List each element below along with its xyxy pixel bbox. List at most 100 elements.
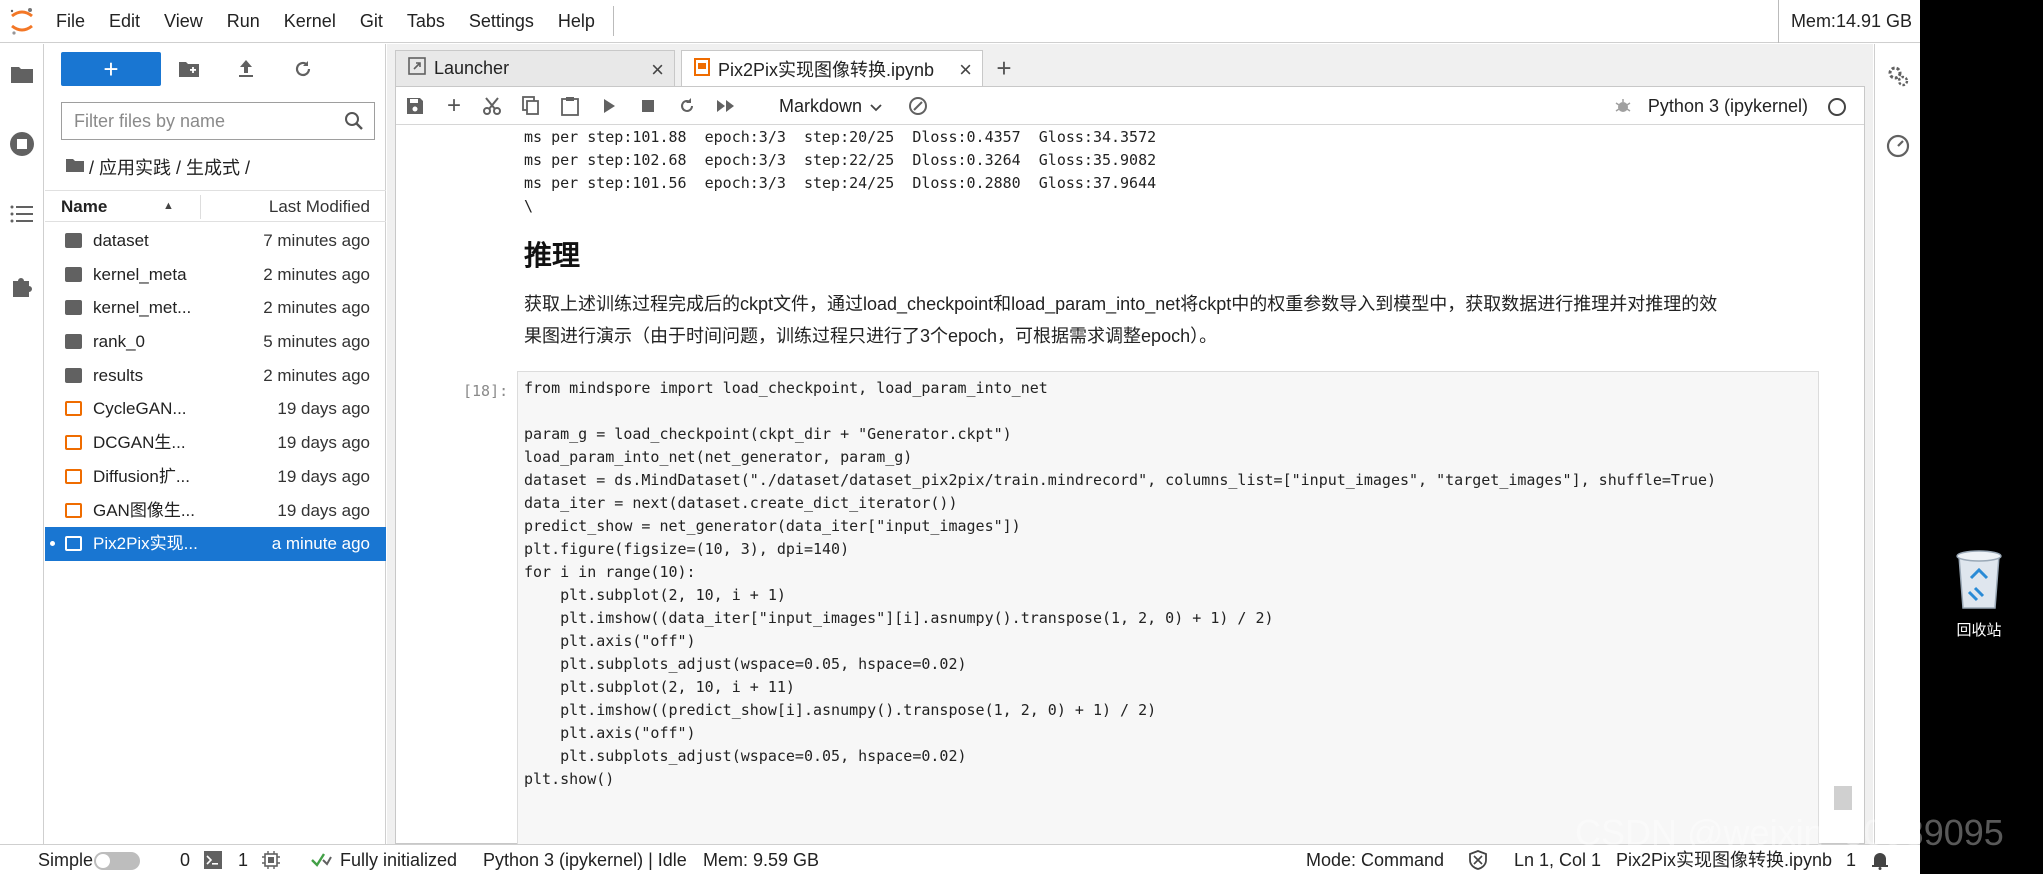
code-line: param_g = load_checkpoint(ckpt_dir + "Ge… [524,425,1012,443]
kernels-count[interactable]: 1 [238,845,248,874]
file-list: dataset 7 minutes ago kernel_meta 2 minu… [45,224,386,561]
insert-cell-icon[interactable]: + [441,92,467,119]
menu-settings[interactable]: Settings [457,0,546,43]
menu-run[interactable]: Run [215,0,272,43]
column-name-header[interactable]: Name [61,191,107,223]
chevron-down-icon [870,93,882,119]
left-activity-bar [0,44,44,844]
save-icon[interactable] [402,93,428,119]
menu-help[interactable]: Help [546,0,607,43]
folder-icon [65,367,82,383]
kernel-chip-icon[interactable] [262,851,280,874]
list-item[interactable]: dataset 7 minutes ago [45,224,386,258]
code-line: plt.axis("off") [524,724,696,742]
close-icon[interactable]: × [959,57,972,83]
filter-files-input[interactable] [74,110,334,132]
sort-ascending-icon[interactable]: ▲ [163,191,174,221]
file-name: kernel_meta [93,264,187,284]
notebook-icon [694,57,710,81]
list-item-selected[interactable]: Pix2Pix实现... a minute ago [45,527,386,561]
kernel-status-text[interactable]: Python 3 (ipykernel) | Idle [483,845,687,874]
recycle-bin-shortcut[interactable]: 回收站 [1934,548,2024,639]
menu-kernel[interactable]: Kernel [272,0,348,43]
terminals-count[interactable]: 0 [180,845,190,874]
refresh-icon[interactable] [290,56,316,82]
markdown-paragraph-line: 果图进行演示（由于时间问题，训练过程只进行了3个epoch，可根据需求调整epo… [524,326,1218,346]
simple-mode-toggle[interactable] [94,852,140,870]
code-line: plt.subplots_adjust(wspace=0.05, hspace=… [524,747,967,765]
cut-icon[interactable] [479,93,505,119]
breadcrumb-path[interactable]: / 应用实践 / 生成式 / [89,154,250,180]
code-line: predict_show = net_generator(data_iter["… [524,517,1021,535]
list-item[interactable]: kernel_meta 2 minutes ago [45,258,386,292]
git-icon[interactable] [905,93,931,119]
paste-icon[interactable] [557,93,583,119]
stop-icon[interactable] [635,93,661,119]
code-cell-editor[interactable]: from mindspore import load_checkpoint, l… [517,371,1819,844]
markdown-heading: 推理 [524,240,581,271]
file-name: DCGAN生... [93,433,186,453]
notebook-icon [65,468,82,484]
fast-forward-icon[interactable] [713,93,739,119]
home-folder-icon[interactable] [65,157,85,178]
list-item[interactable]: CycleGAN... 19 days ago [45,392,386,426]
debugger-gauge-icon[interactable] [1884,132,1912,160]
notebook-icon [65,435,82,451]
scrollbar-thumb[interactable] [1834,786,1852,810]
search-icon[interactable] [344,111,364,136]
launcher-icon [408,57,426,80]
tab-notebook[interactable]: Pix2Pix实现图像转换.ipynb × [681,50,983,87]
simple-mode-label: Simple [38,850,94,870]
menu-edit[interactable]: Edit [97,0,152,43]
list-item[interactable]: kernel_met... 2 minutes ago [45,291,386,325]
tab-launcher[interactable]: Launcher × [395,50,675,86]
table-of-contents-icon[interactable] [8,200,36,228]
copy-icon[interactable] [518,93,544,119]
shield-icon[interactable] [1468,850,1488,874]
file-browser: + / 应用实践 / 生成式 / Name ▲ [45,44,386,844]
list-item[interactable]: rank_0 5 minutes ago [45,325,386,359]
output-line: ms per step:101.88 epoch:3/3 step:20/25 … [524,128,1157,146]
add-tab-button[interactable]: + [987,52,1021,84]
upload-icon[interactable] [233,56,259,82]
command-mode: Mode: Command [1306,850,1445,870]
run-icon[interactable] [596,93,622,119]
column-modified-header[interactable]: Last Modified [269,191,370,223]
running-sessions-icon[interactable] [8,130,36,158]
cell-prompt: [18]: [463,382,509,400]
markdown-paragraph-line: 获取上述训练过程完成后的ckpt文件，通过load_checkpoint和loa… [524,294,1718,314]
restart-kernel-icon[interactable] [674,93,700,119]
menu-divider [612,6,614,36]
menu-tabs[interactable]: Tabs [395,0,457,43]
menu-view[interactable]: View [152,0,215,43]
file-name: GAN图像生... [93,500,196,520]
watermark: CSDN @weixin_50989095 [1575,812,2004,853]
property-inspector-gear-icon[interactable] [1884,62,1912,90]
kernel-name[interactable]: Python 3 (ipykernel) [1648,87,1808,125]
right-sidebar [1874,44,1920,844]
file-name: kernel_met... [93,298,192,318]
folder-icon[interactable] [8,60,36,88]
code-line: plt.subplot(2, 10, i + 1) [524,586,786,604]
extension-puzzle-icon[interactable] [8,272,36,300]
new-folder-icon[interactable] [176,56,202,82]
running-indicator [50,541,55,547]
new-launcher-button[interactable]: + [61,52,161,86]
column-divider[interactable] [200,195,201,219]
menu-file[interactable]: File [44,0,97,43]
file-modified: 19 days ago [277,466,370,486]
list-item[interactable]: GAN图像生... 19 days ago [45,494,386,528]
close-icon[interactable]: × [651,57,664,83]
recycle-bin-label: 回收站 [1956,622,2002,639]
list-item[interactable]: DCGAN生... 19 days ago [45,426,386,460]
terminal-icon[interactable] [204,851,222,874]
cell-type-dropdown[interactable]: Markdown [779,93,882,119]
debugger-icon[interactable] [1614,97,1632,120]
list-item[interactable]: Diffusion扩... 19 days ago [45,460,386,494]
list-item[interactable]: results 2 minutes ago [45,359,386,393]
folder-icon [65,300,82,316]
main-area: Launcher × Pix2Pix实现图像转换.ipynb × + + Mar… [387,44,1873,844]
extension-status-icon[interactable] [310,850,332,874]
menu-bar: File Edit View Run Kernel Git Tabs Setti… [0,0,1920,43]
menu-git[interactable]: Git [348,0,395,43]
